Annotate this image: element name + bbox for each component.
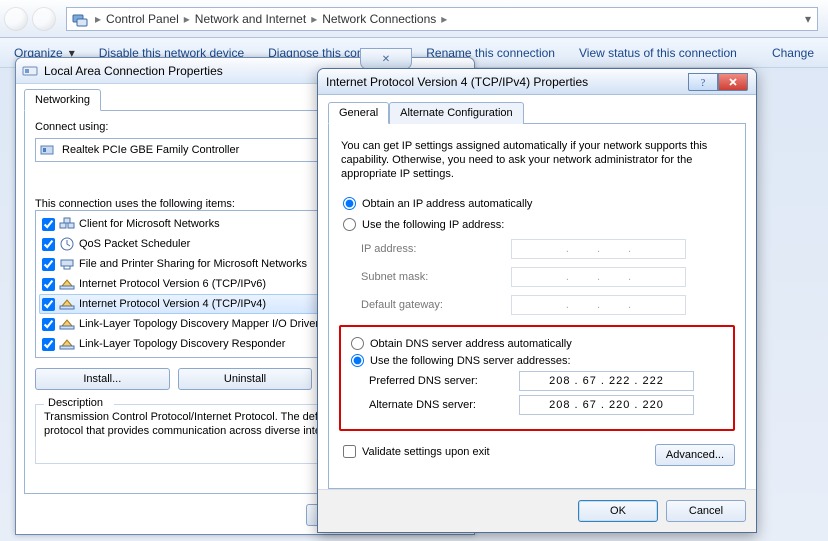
radio-obtain-ip[interactable]: Obtain an IP address automatically [343, 197, 731, 210]
label-subnet: Subnet mask: [361, 271, 511, 283]
pref-dns-input[interactable] [519, 371, 694, 391]
description-label: Description [46, 397, 105, 411]
install-button[interactable]: Install... [35, 368, 170, 390]
item-label: QoS Packet Scheduler [79, 238, 190, 250]
item-label: Client for Microsoft Networks [79, 218, 220, 230]
svg-text:?: ? [701, 78, 706, 88]
ipv4-window-titlebar[interactable]: Internet Protocol Version 4 (TCP/IPv4) P… [318, 69, 756, 95]
gateway-input: ... [511, 295, 686, 315]
window-help-button[interactable]: ? [688, 73, 718, 91]
adapter-name: Realtek PCIe GBE Family Controller [62, 144, 239, 156]
breadcrumb-network-connections[interactable]: Network Connections [319, 10, 439, 28]
advanced-button[interactable]: Advanced... [655, 444, 735, 466]
close-icon [727, 76, 739, 88]
item-checkbox[interactable] [42, 318, 55, 331]
protocol-icon [59, 276, 75, 292]
arrow-left-icon [10, 13, 22, 25]
radio-obtain-dns-label: Obtain DNS server address automatically [370, 338, 572, 350]
item-label: File and Printer Sharing for Microsoft N… [79, 258, 307, 270]
ipv4-properties-window: Internet Protocol Version 4 (TCP/IPv4) P… [317, 68, 757, 533]
nic-icon [40, 142, 56, 158]
item-label: Internet Protocol Version 6 (TCP/IPv6) [79, 278, 266, 290]
breadcrumb-sep: ▸ [311, 12, 317, 26]
tab-networking[interactable]: Networking [24, 89, 101, 111]
radio-use-ip-input[interactable] [343, 218, 356, 231]
cmd-viewstatus[interactable]: View status of this connection [579, 46, 737, 60]
client-icon [59, 216, 75, 232]
nav-back-button[interactable] [4, 7, 28, 31]
qos-icon [59, 236, 75, 252]
ip-address-input: ... [511, 239, 686, 259]
item-checkbox[interactable] [42, 338, 55, 351]
label-alt-dns: Alternate DNS server: [369, 399, 519, 411]
label-pref-dns: Preferred DNS server: [369, 375, 519, 387]
uninstall-button[interactable]: Uninstall [178, 368, 313, 390]
ip-explain-text: You can get IP settings assigned automat… [341, 140, 733, 181]
ipv4-ok-button[interactable]: OK [578, 500, 658, 522]
close-icon: ✕ [382, 54, 390, 65]
radio-use-ip[interactable]: Use the following IP address: [343, 218, 731, 231]
radio-use-dns-input[interactable] [351, 354, 364, 367]
breadcrumb-sep: ▸ [184, 12, 190, 26]
address-bar[interactable]: ▸ Control Panel ▸ Network and Internet ▸… [66, 7, 818, 31]
subnet-mask-input: ... [511, 267, 686, 287]
general-tabpage: You can get IP settings assigned automat… [328, 123, 746, 489]
label-ip-address: IP address: [361, 243, 511, 255]
radio-use-ip-label: Use the following IP address: [362, 219, 504, 231]
item-label: Internet Protocol Version 4 (TCP/IPv4) [79, 298, 266, 310]
item-label: Link-Layer Topology Discovery Mapper I/O… [79, 318, 319, 330]
window-close-button[interactable] [718, 73, 748, 91]
row-subnet: Subnet mask: ... [339, 267, 735, 287]
row-ip-address: IP address: ... [339, 239, 735, 259]
lac-window-title: Local Area Connection Properties [44, 64, 223, 78]
item-checkbox[interactable] [42, 298, 55, 311]
ipv4-window-title: Internet Protocol Version 4 (TCP/IPv4) P… [326, 75, 588, 89]
radio-obtain-dns[interactable]: Obtain DNS server address automatically [351, 337, 723, 350]
radio-use-dns-label: Use the following DNS server addresses: [370, 355, 571, 367]
protocol-icon [59, 316, 75, 332]
printer-share-icon [59, 256, 75, 272]
ipv4-cancel-button[interactable]: Cancel [666, 500, 746, 522]
explorer-topbar: ▸ Control Panel ▸ Network and Internet ▸… [0, 0, 828, 38]
tab-alternate-config[interactable]: Alternate Configuration [389, 102, 524, 124]
row-alt-dns: Alternate DNS server: [347, 395, 727, 415]
network-adapter-icon [22, 63, 38, 79]
breadcrumb-network-internet[interactable]: Network and Internet [192, 10, 309, 28]
label-gateway: Default gateway: [361, 299, 511, 311]
tab-close-bubble[interactable]: ✕ [360, 48, 412, 70]
item-checkbox[interactable] [42, 218, 55, 231]
row-pref-dns: Preferred DNS server: [347, 371, 727, 391]
radio-use-dns[interactable]: Use the following DNS server addresses: [351, 354, 723, 367]
nav-forward-button[interactable] [32, 7, 56, 31]
radio-obtain-ip-label: Obtain an IP address automatically [362, 198, 532, 210]
cmd-change[interactable]: Change [772, 46, 814, 60]
help-icon: ? [697, 76, 709, 88]
item-checkbox[interactable] [42, 258, 55, 271]
breadcrumb-sep: ▸ [441, 12, 447, 26]
item-checkbox[interactable] [42, 238, 55, 251]
breadcrumb-control-panel[interactable]: Control Panel [103, 10, 182, 28]
tab-general[interactable]: General [328, 102, 389, 124]
dns-highlight-box: Obtain DNS server address automatically … [339, 325, 735, 431]
radio-obtain-ip-input[interactable] [343, 197, 356, 210]
alt-dns-input[interactable] [519, 395, 694, 415]
protocol-icon [59, 296, 75, 312]
address-dropdown-icon[interactable]: ▾ [799, 12, 817, 26]
item-label: Link-Layer Topology Discovery Responder [79, 338, 285, 350]
network-folder-icon [71, 10, 89, 28]
item-checkbox[interactable] [42, 278, 55, 291]
radio-obtain-dns-input[interactable] [351, 337, 364, 350]
arrow-right-icon [38, 13, 50, 25]
breadcrumb-sep: ▸ [95, 12, 101, 26]
protocol-icon [59, 336, 75, 352]
row-gateway: Default gateway: ... [339, 295, 735, 315]
